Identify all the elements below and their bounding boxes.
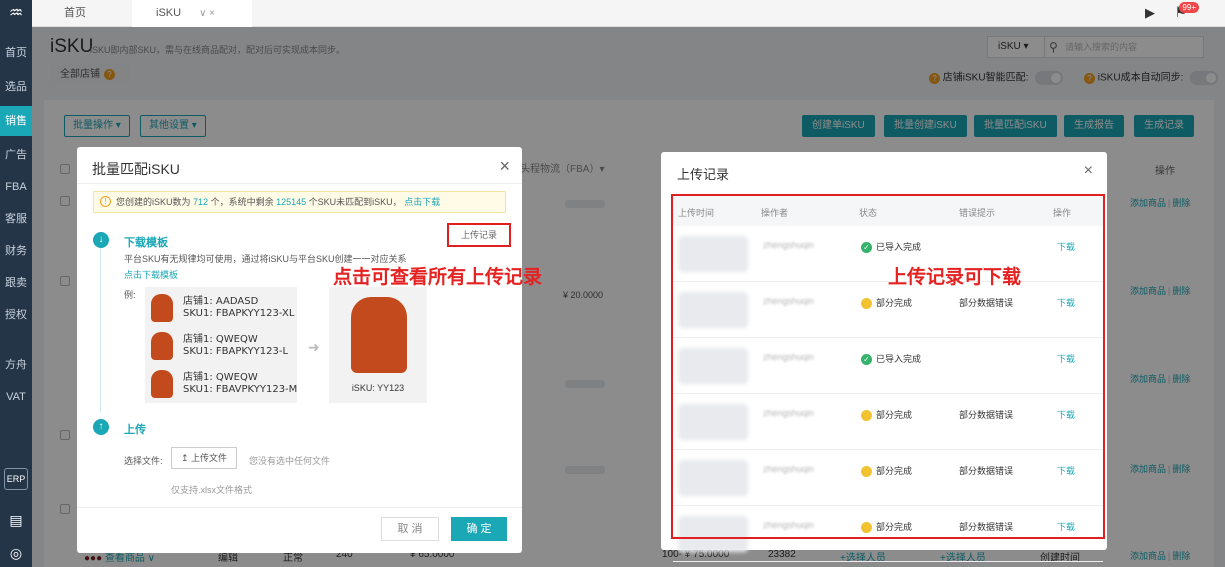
notice-banner: ! 您创建的iSKU数为 712 个，系统中剩余 125145 个SKU未匹配到… (93, 191, 506, 213)
notice-count: 712 (193, 197, 209, 207)
close-icon[interactable]: × (1084, 162, 1093, 180)
upload-file-label: 上传文件 (191, 453, 228, 463)
product-thumbnail (151, 294, 173, 322)
example-store: 店铺1: QWEQW (183, 372, 258, 383)
download-template-link[interactable]: 点击下载模板 (124, 268, 178, 281)
notice-suffix: 个SKU未匹配到iSKU， (308, 197, 402, 207)
tab-isku[interactable]: iSKU ∨ × (132, 0, 252, 27)
close-icon[interactable]: × (499, 156, 510, 177)
notification-badge: 99+ (1179, 2, 1199, 13)
example-label: 例: (124, 290, 136, 300)
sidebar-item[interactable]: 广告 (0, 140, 32, 170)
upload-file-button[interactable]: ↥ 上传文件 (171, 447, 237, 469)
step-title-upload: 上传 (124, 424, 146, 436)
play-icon[interactable]: ▶ (1145, 5, 1155, 21)
sidebar-item[interactable]: 选品 (0, 72, 32, 102)
sidebar-item[interactable]: 财务 (0, 236, 32, 266)
example-row: 店铺1: QWEQW SKU1: FBAPKYY123-L (151, 328, 291, 362)
notice-remaining: 125145 (276, 197, 307, 207)
sidebar-item[interactable]: FBA (0, 172, 32, 202)
upload-step-icon: ↑ (93, 419, 109, 435)
example-isku-box: iSKU: YY123 (329, 287, 427, 403)
sidebar-item[interactable]: 客服 (0, 204, 32, 234)
example-sku: SKU1: FBAPKYY123-L (183, 346, 289, 357)
annotation-view-records: 点击可查看所有上传记录 (333, 267, 543, 288)
tab-bar: 首页 iSKU∨ × ▶ ⚑ 99+ (32, 0, 1225, 27)
tab-close-icon[interactable]: ∨ × (199, 8, 215, 19)
modal-title: 批量匹配iSKU (92, 161, 180, 177)
divider (77, 183, 522, 184)
menu-icon[interactable]: ▤ (8, 512, 24, 528)
step-title-download: 下载模板 (124, 237, 168, 249)
arrow-right-icon: ➜ (308, 339, 320, 355)
warning-icon: ! (100, 196, 111, 207)
modal-title: 上传记录 (677, 167, 730, 182)
erp-button[interactable]: ERP (4, 468, 28, 490)
example-sku: SKU1: FBAVPKYY123-M (183, 384, 298, 395)
settings-icon[interactable]: ◎ (8, 545, 24, 561)
sidebar-item[interactable]: VAT (0, 382, 32, 412)
example-store: 店铺1: QWEQW (183, 334, 258, 345)
notice-prefix: 您创建的iSKU数为 (116, 197, 191, 207)
notice-mid: 个，系统中剩余 (210, 197, 274, 207)
left-sidebar: ♒ 首页选品销售广告 FBA 客服 财务 跟卖 授权方舟 VAT ERP ▤ ◎ (0, 0, 32, 567)
example-sku-box: 店铺1: AADASD SKU1: FBAPKYY123-XL 店铺1: QWE… (145, 287, 297, 403)
app-logo-icon[interactable]: ♒ (4, 3, 28, 25)
product-thumbnail (151, 370, 173, 398)
sidebar-item[interactable]: 销售 (0, 106, 32, 136)
download-step-icon: ↓ (93, 232, 109, 248)
tab-home[interactable]: 首页 (64, 0, 86, 27)
notice-download-link[interactable]: 点击下载 (404, 197, 440, 207)
example-row: 店铺1: AADASD SKU1: FBAPKYY123-XL (151, 290, 295, 324)
file-hint: 您没有选中任何文件 (249, 456, 331, 466)
upload-icon: ↥ (180, 453, 189, 463)
step-connector (100, 247, 101, 412)
divider (77, 507, 522, 508)
upload-record-modal: 上传记录 × 上传时间 操作者 状态 错误提示 操作 zhengshuqin ✓ 已… (661, 152, 1107, 562)
example-sku: SKU1: FBAPKYY123-XL (183, 308, 295, 319)
product-thumbnail (151, 332, 173, 360)
file-label: 选择文件: (124, 456, 163, 466)
example-isku-label: iSKU: YY123 (351, 383, 405, 393)
sidebar-item[interactable]: 授权 (0, 300, 32, 330)
sidebar-item[interactable]: 方舟 (0, 350, 32, 380)
example-store: 店铺1: AADASD (183, 296, 259, 307)
file-format-hint: 仅支持.xlsx文件格式 (171, 485, 253, 495)
cancel-button[interactable]: 取 消 (381, 517, 439, 541)
confirm-button[interactable]: 确 定 (451, 517, 507, 541)
highlight-frame (671, 194, 1105, 539)
batch-match-modal: 批量匹配iSKU × ! 您创建的iSKU数为 712 个，系统中剩余 1251… (77, 147, 522, 553)
product-image (351, 297, 407, 373)
sidebar-item[interactable]: 首页 (0, 38, 32, 68)
example-row: 店铺1: QWEQW SKU1: FBAVPKYY123-M (151, 366, 297, 400)
sidebar-item[interactable]: 跟卖 (0, 268, 32, 298)
annotation-download-records: 上传记录可下载 (888, 267, 1022, 288)
tab-isku-label: iSKU (156, 7, 182, 19)
upload-record-button[interactable]: 上传记录 (447, 223, 511, 247)
